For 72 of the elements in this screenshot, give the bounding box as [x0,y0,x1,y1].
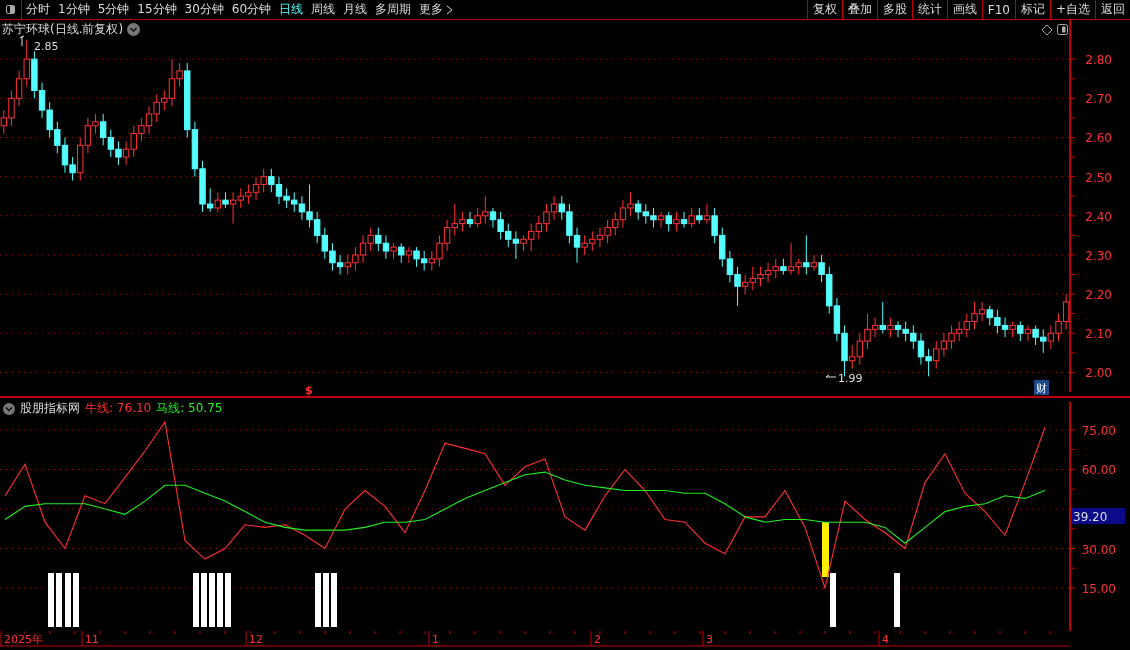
date-label: 1 [432,633,439,646]
diamond-icon[interactable] [1041,24,1053,36]
period-tab[interactable]: 15分钟 [133,0,181,19]
toolbar-button[interactable]: 画线 [946,0,982,19]
price-axis-label: 2.50 [1085,170,1112,185]
candlestick [879,301,886,334]
indicator-name: 股朋指标网 [20,400,80,417]
axis-tick-label: 30.00 [1081,542,1116,557]
current-value-tag: 39.20 [1071,508,1125,524]
candlestick [688,207,695,229]
dropdown-icon[interactable] [127,23,141,36]
period-tab[interactable]: 1分钟 [54,0,94,19]
price-axis-label: 2.40 [1085,209,1112,224]
toolbar-button[interactable]: 返回 [1095,0,1130,19]
period-tab[interactable]: 月线 [339,0,372,19]
toolbar-button[interactable]: 复权 [806,0,842,19]
axis-tick-label: 15.00 [1081,582,1116,597]
toolbar-button[interactable]: +自选 [1049,0,1095,19]
candlestick [673,211,680,232]
candlestick [803,234,810,276]
price-axis-label: 2.70 [1085,92,1112,107]
candlestick [1024,324,1032,342]
toolbar-button[interactable]: 多股 [876,0,912,19]
legend-value: 马线: 50.75 [156,400,223,417]
date-label: 12 [249,633,263,646]
pointer-icon [825,374,837,378]
date-label: 2 [594,633,601,646]
period-tab[interactable]: 30分钟 [180,0,228,19]
axis-tick-label: 75.00 [1081,423,1116,438]
dropdown-icon[interactable] [3,402,15,415]
event-marker[interactable]: $ [305,384,313,396]
period-tab[interactable]: 周线 [307,0,340,19]
candlestick [887,317,894,338]
toolbar-button[interactable]: F10 [981,0,1015,19]
toolbar-button[interactable]: 统计 [911,0,947,19]
high-price-label: 2.85 [34,40,59,53]
candlestick [1017,321,1024,342]
chevron-icon [446,4,454,15]
candlestick [657,211,665,229]
period-tab[interactable]: 更多 [415,0,458,19]
period-tab[interactable]: 多周期 [371,0,416,19]
period-tab[interactable]: 60分钟 [227,0,276,19]
pointer-icon [19,35,25,47]
price-axis-label: 2.10 [1085,327,1112,342]
low-price-label: 1.99 [838,372,863,385]
candlestick [214,191,222,213]
candlestick [703,203,711,225]
legend-value: 牛线: 76.10 [85,400,152,417]
finance-badge[interactable]: 财 [1034,380,1049,395]
period-tab[interactable]: 日线 [275,0,308,19]
candlestick [680,211,688,229]
date-label: 11 [85,633,99,646]
candlestick [810,254,818,272]
panel-toggle-icon[interactable] [1057,24,1068,35]
candlestick [466,211,474,229]
toolbar-button[interactable]: 叠加 [841,0,877,19]
chart-title: 苏宁环球(日线.前复权) [2,21,124,38]
candlestick [405,246,413,264]
period-tab[interactable]: 分时 [22,0,54,19]
date-label: 2025年 [4,633,43,646]
candlestick [398,242,405,264]
price-axis-label: 2.60 [1085,131,1112,146]
period-tab[interactable]: 5分钟 [93,0,134,19]
price-axis-label: 2.80 [1085,53,1112,68]
date-label: 3 [706,633,713,646]
toolbar-button[interactable]: 标记 [1014,0,1050,19]
axis-tick-label: 60.00 [1081,463,1116,478]
price-axis-label: 2.20 [1085,288,1112,303]
price-axis-label: 2.00 [1085,366,1112,381]
price-axis-label: 2.30 [1085,248,1112,263]
candlestick [665,211,672,232]
date-label: 4 [882,633,889,646]
